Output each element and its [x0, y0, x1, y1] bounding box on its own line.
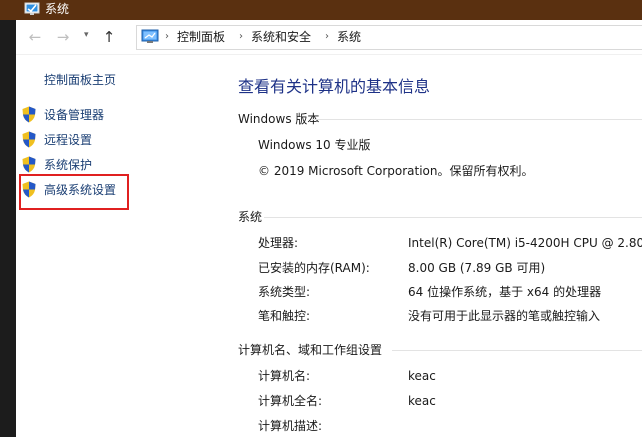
- ram-label: 已安装的内存(RAM):: [258, 261, 370, 275]
- full-computer-name-label: 计算机全名:: [258, 394, 323, 408]
- task-label: 远程设置: [44, 133, 93, 147]
- breadcrumb-control-panel[interactable]: 控制面板: [177, 29, 225, 45]
- breadcrumb-separator-icon: ›: [239, 31, 243, 42]
- breadcrumb-separator-icon: ›: [325, 31, 329, 42]
- navigation-bar: ← → ▾ ↑ › 控制面板 › 系统和安全 › 系统: [16, 20, 642, 55]
- control-panel-icon: [141, 29, 159, 43]
- forward-arrow-icon[interactable]: →: [54, 28, 72, 46]
- computer-name-heading: 计算机名、域和工作组设置: [238, 343, 383, 357]
- uac-shield-icon: [22, 131, 36, 148]
- device-manager-link[interactable]: 设备管理器: [22, 105, 212, 125]
- processor-value: Intel(R) Core(TM) i5-4200H CPU @ 2.80GHz: [408, 236, 642, 250]
- edition-copyright: © 2019 Microsoft Corporation。保留所有权利。: [258, 164, 534, 178]
- ram-value: 8.00 GB (7.89 GB 可用): [408, 261, 546, 275]
- system-protection-link[interactable]: 系统保护: [22, 155, 212, 175]
- system-heading: 系统: [238, 210, 263, 224]
- task-pane: 控制面板主页 设备管理器 远程设置 系统保护 高级系统设置: [16, 55, 216, 437]
- breadcrumb-system[interactable]: 系统: [337, 29, 361, 45]
- section-divider: [264, 217, 642, 218]
- system-type-label: 系统类型:: [258, 285, 311, 299]
- computer-name-value: keac: [408, 369, 436, 383]
- pen-touch-value: 没有可用于此显示器的笔或触控输入: [408, 309, 601, 323]
- recent-locations-chevron-icon[interactable]: ▾: [84, 30, 89, 40]
- breadcrumb-system-security[interactable]: 系统和安全: [251, 29, 311, 45]
- highlight-annotation-box: [19, 174, 129, 210]
- back-arrow-icon[interactable]: ←: [26, 28, 44, 46]
- title-bar[interactable]: 系统: [0, 0, 642, 20]
- control-panel-home-link[interactable]: 控制面板主页: [44, 71, 116, 88]
- system-monitor-icon: [24, 2, 40, 15]
- computer-description-label: 计算机描述:: [258, 419, 323, 433]
- system-window: 系统 ← → ▾ ↑ › 控制面板 › 系统和安全 › 系统 控制面板主页 设备…: [0, 0, 642, 437]
- main-content: 查看有关计算机的基本信息 Windows 版本 Windows 10 专业版 ©…: [216, 55, 642, 437]
- up-arrow-icon[interactable]: ↑: [100, 28, 118, 46]
- breadcrumb-separator-icon: ›: [165, 31, 169, 42]
- address-bar[interactable]: › 控制面板 › 系统和安全 › 系统: [136, 25, 642, 50]
- uac-shield-icon: [22, 156, 36, 173]
- uac-shield-icon: [22, 106, 36, 123]
- edition-name: Windows 10 专业版: [258, 138, 371, 152]
- edition-heading: Windows 版本: [238, 112, 320, 126]
- processor-label: 处理器:: [258, 236, 299, 250]
- pen-touch-label: 笔和触控:: [258, 309, 311, 323]
- system-type-value: 64 位操作系统，基于 x64 的处理器: [408, 285, 602, 299]
- remote-settings-link[interactable]: 远程设置: [22, 130, 212, 150]
- full-computer-name-value: keac: [408, 394, 436, 408]
- task-label: 设备管理器: [44, 108, 105, 122]
- computer-name-label: 计算机名:: [258, 369, 311, 383]
- task-label: 系统保护: [44, 158, 93, 172]
- section-divider: [312, 119, 642, 120]
- section-divider: [392, 350, 642, 351]
- background-terminal-strip: [0, 0, 16, 437]
- window-title: 系统: [45, 2, 70, 16]
- page-title: 查看有关计算机的基本信息: [238, 77, 431, 96]
